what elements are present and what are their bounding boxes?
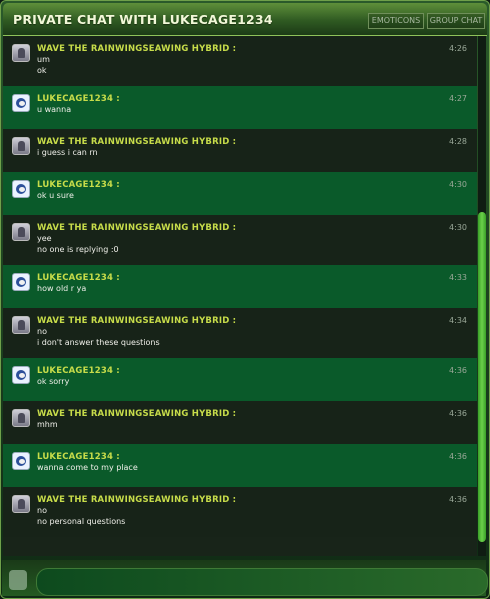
wave-avatar-icon[interactable]: [12, 409, 30, 427]
message-text: ok: [37, 66, 47, 75]
emoticons-button[interactable]: EMOTICONS: [368, 13, 424, 29]
message-input[interactable]: [36, 568, 488, 596]
message-text: mhm: [37, 420, 58, 429]
message-time: 4:36: [449, 409, 467, 418]
message-text: yee: [37, 234, 52, 243]
luke-avatar-icon[interactable]: [12, 366, 30, 384]
message-text: ok sorry: [37, 377, 70, 386]
message-time: 4:30: [449, 223, 467, 232]
chat-message: WAVE THE RAINWINGSEAWING HYBRID : 4:28 i g…: [3, 129, 477, 172]
message-sender[interactable]: WAVE THE RAINWINGSEAWING HYBRID :: [37, 44, 236, 54]
message-sender[interactable]: WAVE THE RAINWINGSEAWING HYBRID :: [37, 137, 236, 147]
wave-avatar-icon[interactable]: [12, 44, 30, 62]
message-time: 4:36: [449, 495, 467, 504]
group-chat-button[interactable]: GROUP CHAT: [427, 13, 485, 29]
luke-avatar-icon[interactable]: [12, 94, 30, 112]
wave-avatar-icon[interactable]: [12, 137, 30, 155]
message-sender[interactable]: WAVE THE RAINWINGSEAWING HYBRID :: [37, 409, 236, 419]
chat-title: PRIVATE CHAT WITH LUKECAGE1234: [13, 12, 273, 27]
wave-avatar-icon[interactable]: [12, 495, 30, 513]
message-time: 4:27: [449, 94, 467, 103]
message-time: 4:36: [449, 452, 467, 461]
message-sender[interactable]: LUKECAGE1234 :: [37, 366, 120, 376]
chat-message: WAVE THE RAINWINGSEAWING HYBRID : 4:36 no n…: [3, 487, 477, 537]
message-text: no: [37, 506, 47, 515]
message-list[interactable]: WAVE THE RAINWINGSEAWING HYBRID : 4:26 um o…: [3, 36, 477, 556]
message-time: 4:34: [449, 316, 467, 325]
message-text: wanna come to my place: [37, 463, 138, 472]
chat-message: LUKECAGE1234 : 4:30 ok u sure: [3, 172, 477, 215]
message-sender[interactable]: LUKECAGE1234 :: [37, 452, 120, 462]
chat-header: PRIVATE CHAT WITH LUKECAGE1234 EMOTICONS…: [3, 3, 487, 36]
message-text: um: [37, 55, 50, 64]
chat-message: WAVE THE RAINWINGSEAWING HYBRID : 4:30 yee…: [3, 215, 477, 265]
message-sender[interactable]: WAVE THE RAINWINGSEAWING HYBRID :: [37, 223, 236, 233]
message-text: i don't answer these questions: [37, 338, 160, 347]
message-text: ok u sure: [37, 191, 74, 200]
chat-message: LUKECAGE1234 : 4:27 u wanna: [3, 86, 477, 129]
message-time: 4:26: [449, 44, 467, 53]
message-text: i guess i can rn: [37, 148, 98, 157]
message-text: no: [37, 327, 47, 336]
chat-message: LUKECAGE1234 : 4:36 ok sorry: [3, 358, 477, 401]
message-time: 4:33: [449, 273, 467, 282]
chat-message: LUKECAGE1234 : 4:33 how old r ya: [3, 265, 477, 308]
chat-message: WAVE THE RAINWINGSEAWING HYBRID : 4:34 no i…: [3, 308, 477, 358]
message-time: 4:28: [449, 137, 467, 146]
message-text: how old r ya: [37, 284, 87, 293]
message-text: no one is replying :0: [37, 245, 119, 254]
chat-message: WAVE THE RAINWINGSEAWING HYBRID : 4:36 mhm: [3, 401, 477, 444]
chat-message: WAVE THE RAINWINGSEAWING HYBRID : 4:26 um o…: [3, 36, 477, 86]
luke-avatar-icon[interactable]: [12, 273, 30, 291]
message-time: 4:36: [449, 366, 467, 375]
luke-avatar-icon[interactable]: [12, 180, 30, 198]
luke-avatar-icon[interactable]: [12, 452, 30, 470]
chat-message: LUKECAGE1234 : 4:36 wanna come to my place: [3, 444, 477, 487]
message-text: u wanna: [37, 105, 72, 114]
message-sender[interactable]: LUKECAGE1234 :: [37, 94, 120, 104]
message-sender[interactable]: LUKECAGE1234 :: [37, 180, 120, 190]
message-time: 4:30: [449, 180, 467, 189]
wave-avatar-icon[interactable]: [12, 316, 30, 334]
user-avatar-icon: [9, 570, 27, 590]
message-text: no personal questions: [37, 517, 126, 526]
message-sender[interactable]: WAVE THE RAINWINGSEAWING HYBRID :: [37, 316, 236, 326]
scrollbar-thumb[interactable]: [478, 212, 486, 542]
message-sender[interactable]: LUKECAGE1234 :: [37, 273, 120, 283]
wave-avatar-icon[interactable]: [12, 223, 30, 241]
message-sender[interactable]: WAVE THE RAINWINGSEAWING HYBRID :: [37, 495, 236, 505]
